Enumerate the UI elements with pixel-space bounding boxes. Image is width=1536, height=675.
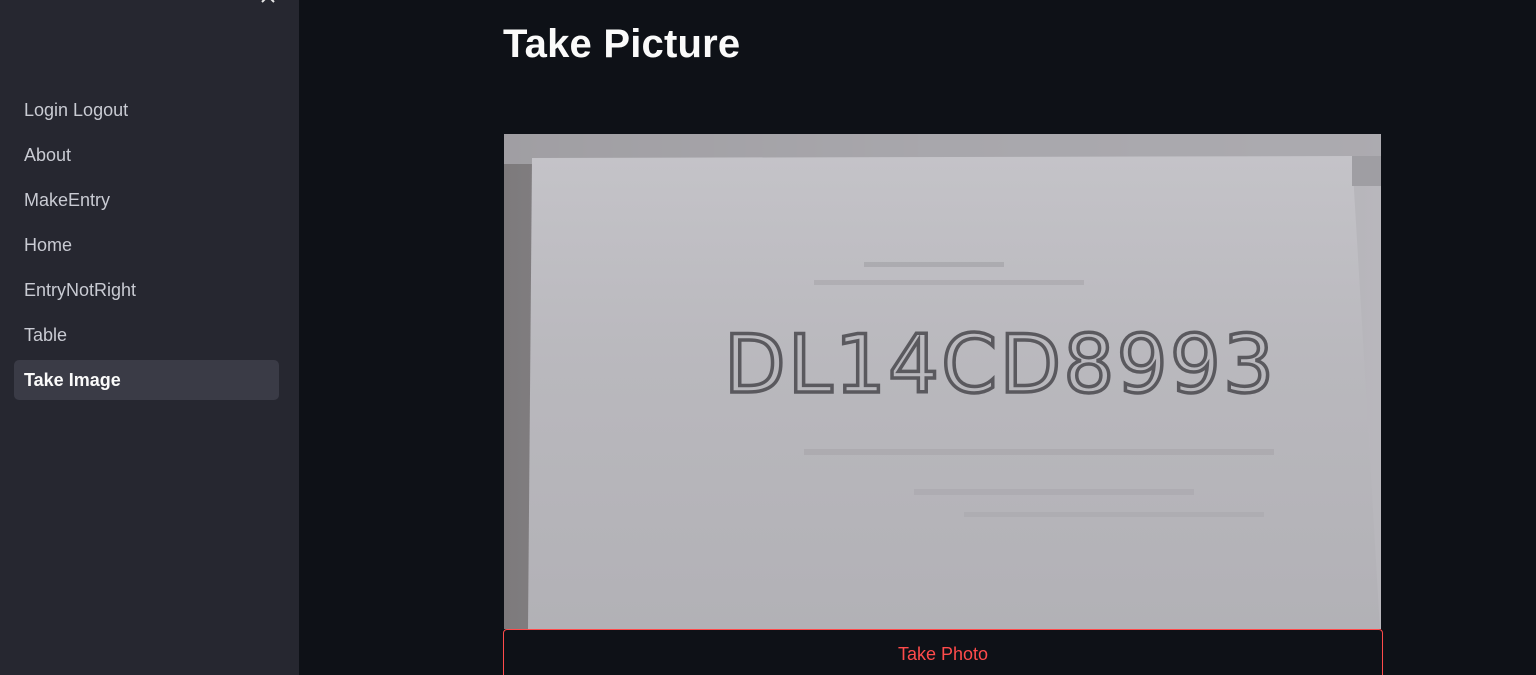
sidebar-item-login-logout[interactable]: Login Logout <box>14 90 279 130</box>
plate-text: DL14CD8993 <box>724 318 1274 411</box>
sidebar-item-entrynotright[interactable]: EntryNotRight <box>14 270 279 310</box>
sidebar-item-table[interactable]: Table <box>14 315 279 355</box>
take-photo-button[interactable]: Take Photo <box>503 629 1383 675</box>
camera-feed: DL14CD8993 <box>504 134 1381 629</box>
close-sidebar-button[interactable] <box>256 0 280 10</box>
sidebar-item-home[interactable]: Home <box>14 225 279 265</box>
sidebar-item-take-image[interactable]: Take Image <box>14 360 279 400</box>
sidebar: Login Logout About MakeEntry Home EntryN… <box>0 0 299 675</box>
sidebar-item-about[interactable]: About <box>14 135 279 175</box>
page-title: Take Picture <box>503 22 741 66</box>
sidebar-nav: Login Logout About MakeEntry Home EntryN… <box>14 90 279 405</box>
app-root: Login Logout About MakeEntry Home EntryN… <box>0 0 1536 675</box>
close-icon <box>261 0 275 3</box>
sidebar-item-makeentry[interactable]: MakeEntry <box>14 180 279 220</box>
main-content: Take Picture DL14CD8993 Take Photo <box>299 0 1536 675</box>
